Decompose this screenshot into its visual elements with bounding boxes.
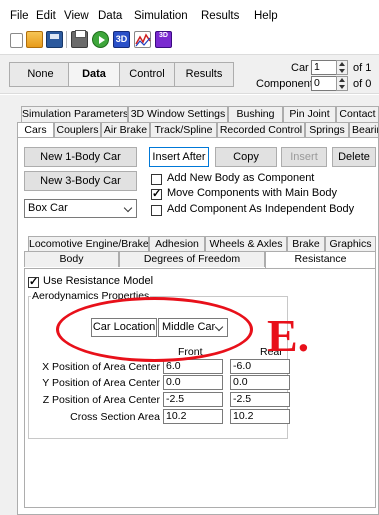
menu-bar: File Edit View Data Simulation Results H… — [0, 0, 379, 26]
subtab-adhesion[interactable]: Adhesion — [149, 236, 205, 252]
y-position-front-input[interactable]: 0.0 — [163, 375, 223, 390]
delete-button[interactable]: Delete — [332, 147, 376, 167]
component-of-label: of 0 — [353, 78, 372, 90]
results-button[interactable]: Results — [174, 62, 234, 87]
y-position-rear-input[interactable]: 0.0 — [230, 375, 290, 390]
insert-after-button[interactable]: Insert After — [149, 147, 209, 167]
tab-bearings[interactable]: Bearings — [349, 122, 379, 138]
menu-view[interactable]: View — [64, 10, 89, 22]
graph-icon[interactable] — [134, 31, 151, 48]
tab-pin-joint[interactable]: Pin Joint — [283, 106, 336, 122]
main-panel: Simulation Parameters 3D Window Settings… — [0, 95, 379, 515]
component-stepper-arrows[interactable] — [336, 76, 348, 91]
resistance-page: Use Resistance Model Aerodynamics Proper… — [24, 268, 376, 508]
z-position-front-input[interactable]: -2.5 — [163, 392, 223, 407]
tab-3d-window-settings[interactable]: 3D Window Settings — [128, 106, 228, 122]
subtab-degrees-of-freedom[interactable]: Degrees of Freedom — [119, 251, 265, 267]
y-position-label: Y Position of Area Center — [42, 377, 160, 389]
menu-results[interactable]: Results — [201, 10, 239, 22]
subtab-resistance[interactable]: Resistance — [265, 251, 376, 269]
use-resistance-model-label: Use Resistance Model — [43, 275, 154, 287]
subtab-body[interactable]: Body — [24, 251, 119, 267]
new-1-body-car-button[interactable]: New 1-Body Car — [24, 147, 137, 167]
tab-recorded-control[interactable]: Recorded Control — [217, 122, 305, 138]
tab-bushing[interactable]: Bushing — [228, 106, 283, 122]
cross-section-area-label: Cross Section Area — [70, 411, 160, 423]
menu-data[interactable]: Data — [98, 10, 122, 22]
run-icon[interactable] — [92, 31, 109, 48]
component-stepper[interactable]: 0 — [311, 76, 338, 91]
annotation-letter: E. — [267, 310, 310, 361]
z-position-rear-input[interactable]: -2.5 — [230, 392, 290, 407]
toolbar: 3D 3D — [0, 28, 379, 50]
use-resistance-model-checkbox[interactable] — [28, 275, 39, 288]
copy-button[interactable]: Copy — [215, 147, 277, 167]
move-components-label: Move Components with Main Body — [167, 187, 337, 199]
menu-help[interactable]: Help — [254, 10, 278, 22]
car-stepper-arrows[interactable] — [336, 60, 348, 75]
new-3-body-car-button[interactable]: New 3-Body Car — [24, 171, 137, 191]
subtab-brake[interactable]: Brake — [287, 236, 325, 252]
none-button[interactable]: None — [9, 62, 72, 87]
z-position-label: Z Position of Area Center — [42, 394, 160, 406]
menu-simulation[interactable]: Simulation — [134, 10, 188, 22]
tab-couplers[interactable]: Couplers — [54, 122, 101, 138]
cars-page: New 1-Body Car New 3-Body Car Insert Aft… — [17, 137, 379, 515]
graph-icon-svg — [135, 33, 151, 47]
menu-file[interactable]: File — [10, 10, 29, 22]
move-components-checkbox[interactable] — [151, 187, 162, 200]
car-type-select[interactable]: Box Car — [24, 199, 137, 218]
annotation-ellipse — [56, 297, 253, 362]
save-icon[interactable] — [46, 31, 63, 48]
new-file-icon[interactable] — [10, 33, 23, 48]
toolbar-separator — [66, 31, 67, 48]
insert-button[interactable]: Insert — [281, 147, 327, 167]
tab-air-brake[interactable]: Air Brake — [101, 122, 150, 138]
tab-cars[interactable]: Cars — [17, 122, 54, 138]
subtab-locomotive-engine-brake[interactable]: Locomotive Engine/Brake — [28, 236, 149, 252]
tab-simulation-parameters[interactable]: Simulation Parameters — [21, 106, 128, 122]
tab-track-spline[interactable]: Track/Spline — [150, 122, 217, 138]
add-component-independent-checkbox[interactable] — [151, 205, 162, 216]
open-folder-icon[interactable] — [26, 31, 43, 48]
print-icon[interactable] — [71, 30, 88, 48]
tab-contact[interactable]: Contact — [336, 106, 379, 122]
subtab-wheels-axles[interactable]: Wheels & Axles — [205, 236, 287, 252]
add-new-body-checkbox[interactable] — [151, 174, 162, 185]
chevron-down-icon — [123, 203, 133, 213]
car-type-value: Box Car — [28, 202, 68, 214]
3d-view-icon[interactable]: 3D — [113, 31, 130, 48]
cross-section-area-rear-input[interactable]: 10.2 — [230, 409, 290, 424]
x-position-label: X Position of Area Center — [42, 361, 160, 373]
control-button[interactable]: Control — [119, 62, 175, 87]
subtab-graphics[interactable]: Graphics — [325, 236, 376, 252]
add-component-independent-label: Add Component As Independent Body — [167, 203, 355, 215]
car-label: Car — [291, 62, 309, 74]
car-stepper[interactable]: 1 — [311, 60, 338, 75]
tab-springs[interactable]: Springs — [305, 122, 349, 138]
mode-bar: None Data Control Results Car 1 of 1 Com… — [0, 54, 379, 94]
data-button[interactable]: Data — [68, 62, 120, 87]
menu-edit[interactable]: Edit — [36, 10, 56, 22]
component-label: Component — [256, 78, 313, 90]
3d-graph-icon[interactable]: 3D — [155, 31, 172, 48]
x-position-rear-input[interactable]: -6.0 — [230, 359, 290, 374]
cross-section-area-front-input[interactable]: 10.2 — [163, 409, 223, 424]
car-of-label: of 1 — [353, 62, 372, 74]
add-new-body-label: Add New Body as Component — [167, 172, 315, 184]
